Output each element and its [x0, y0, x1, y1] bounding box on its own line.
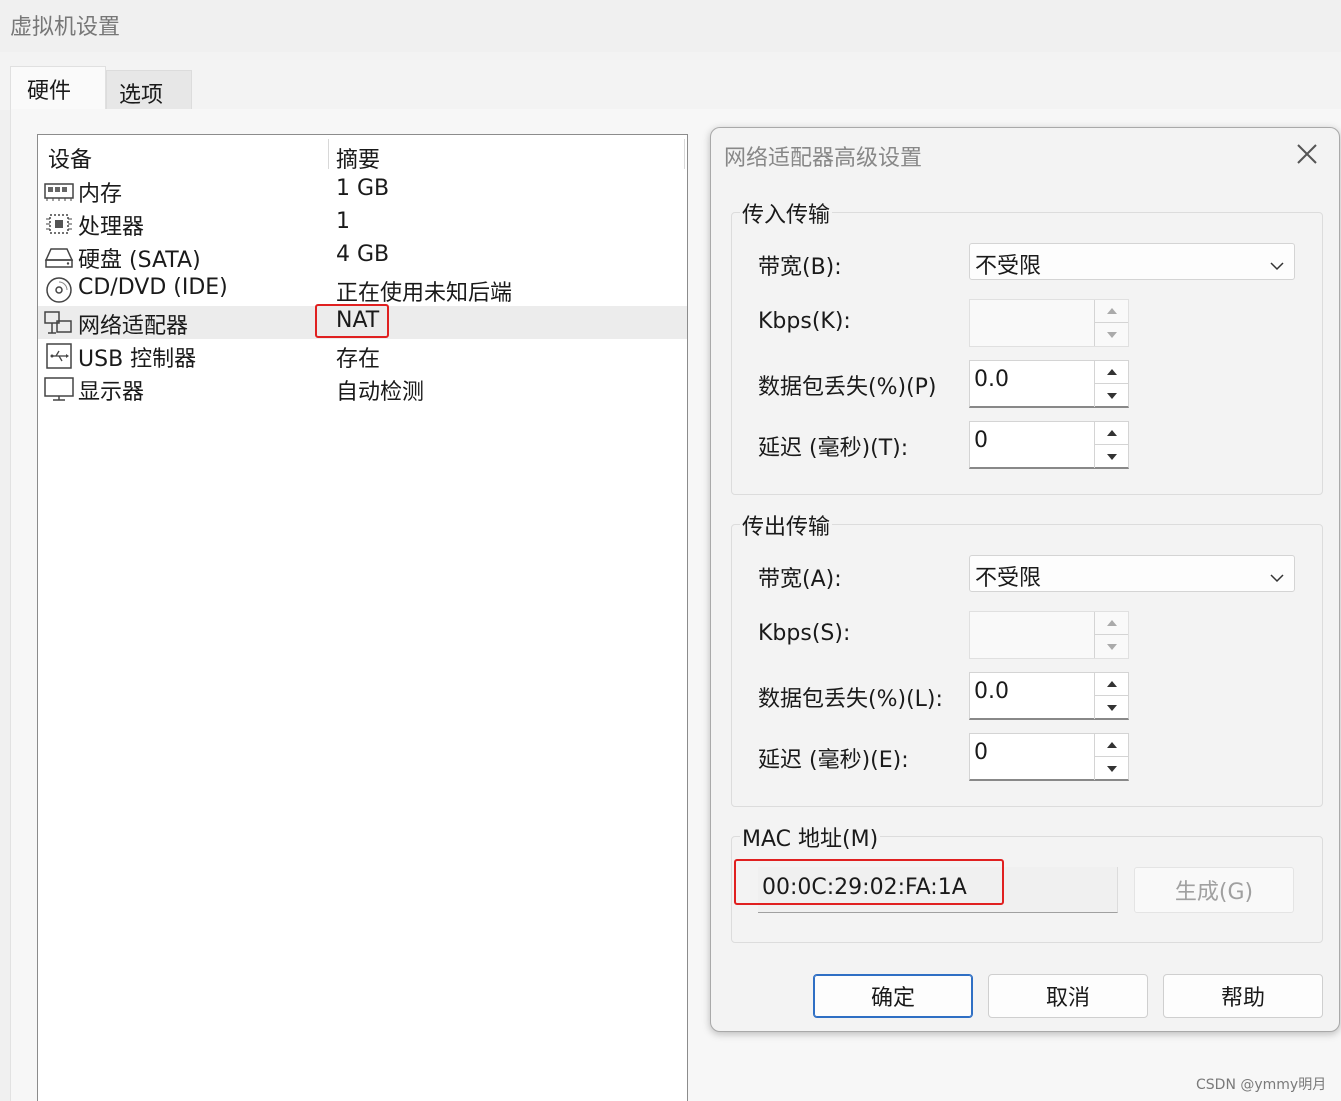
cd-dvd-icon — [43, 276, 75, 304]
network-adapter-icon — [43, 309, 75, 337]
cancel-button[interactable]: 取消 — [988, 974, 1148, 1018]
outgoing-kbps-label: Kbps(S): — [758, 621, 851, 646]
stepper-value: 0 — [974, 740, 988, 765]
memory-icon — [43, 177, 75, 205]
incoming-kbps-label: Kbps(K): — [758, 309, 851, 334]
incoming-transfer-label: 传入传输 — [740, 197, 833, 229]
incoming-latency-label: 延迟 (毫秒)(T): — [758, 436, 909, 461]
device-name: 网络适配器 — [78, 314, 189, 339]
help-button[interactable]: 帮助 — [1163, 974, 1323, 1018]
stepper-down-icon[interactable] — [1095, 635, 1128, 658]
outgoing-transfer-label: 传出传输 — [740, 509, 833, 541]
stepper-up-icon[interactable] — [1095, 734, 1128, 757]
tab-options[interactable]: 选项 — [106, 70, 192, 110]
device-list-header: 设备 摘要 — [38, 135, 687, 173]
tab-strip: 硬件 选项 — [0, 52, 1341, 114]
watermark: CSDN @ymmy明月 — [1196, 1077, 1327, 1093]
usb-icon — [43, 342, 75, 370]
device-summary: 正在使用未知后端 — [336, 281, 513, 306]
stepper-up-icon[interactable] — [1095, 422, 1128, 445]
device-name: USB 控制器 — [78, 347, 197, 372]
outgoing-loss-label: 数据包丢失(%)(L): — [758, 687, 943, 712]
incoming-latency-stepper[interactable]: 0 — [969, 421, 1129, 469]
mac-highlight-box — [734, 859, 1004, 905]
device-name: 内存 — [78, 182, 123, 207]
device-summary: 1 — [336, 209, 350, 234]
outgoing-kbps-stepper[interactable] — [969, 611, 1129, 659]
stepper-down-icon[interactable] — [1095, 757, 1128, 780]
device-row-hard-disk[interactable]: 硬盘 (SATA) 4 GB — [38, 240, 687, 273]
column-header-device[interactable]: 设备 — [48, 142, 92, 174]
select-value: 不受限 — [975, 566, 1042, 591]
stepper-value: 0.0 — [974, 367, 1009, 392]
close-icon[interactable] — [1293, 140, 1321, 168]
outgoing-bandwidth-select[interactable]: 不受限 — [969, 555, 1295, 592]
processor-icon — [43, 210, 75, 238]
incoming-loss-label: 数据包丢失(%)(P) — [758, 375, 937, 400]
stepper-up-icon[interactable] — [1095, 673, 1128, 696]
outgoing-bandwidth-label: 带宽(A): — [758, 567, 842, 592]
device-summary: 1 GB — [336, 176, 390, 201]
stepper-down-icon[interactable] — [1095, 445, 1128, 468]
device-row-cd-dvd[interactable]: CD/DVD (IDE) 正在使用未知后端 — [38, 273, 687, 306]
mac-address-group: MAC 地址(M) 00:0C:29:02:FA:1A 生成(G) — [731, 821, 1323, 943]
hard-disk-icon — [43, 243, 75, 271]
incoming-transfer-group: 传入传输 带宽(B): 不受限 Kbps(K): 数据包丢失(%)(P) 0.0… — [731, 197, 1323, 495]
device-row-memory[interactable]: 内存 1 GB — [38, 174, 687, 207]
device-row-network-adapter[interactable]: 网络适配器 NAT — [38, 304, 687, 339]
stepper-up-icon[interactable] — [1095, 361, 1128, 384]
ok-button[interactable]: 确定 — [813, 974, 973, 1018]
stepper-up-icon[interactable] — [1095, 300, 1128, 323]
column-separator[interactable] — [684, 139, 685, 169]
select-value: 不受限 — [975, 254, 1042, 279]
column-header-summary[interactable]: 摘要 — [336, 142, 380, 174]
incoming-bandwidth-label: 带宽(B): — [758, 255, 842, 280]
device-name: CD/DVD (IDE) — [78, 275, 228, 300]
incoming-bandwidth-select[interactable]: 不受限 — [969, 243, 1295, 280]
stepper-down-icon[interactable] — [1095, 323, 1128, 346]
network-adapter-advanced-dialog: 网络适配器高级设置 传入传输 带宽(B): 不受限 Kbps(K): 数据包丢失… — [710, 127, 1340, 1032]
stepper-up-icon[interactable] — [1095, 612, 1128, 635]
chevron-down-icon — [1270, 568, 1284, 583]
device-summary: 自动检测 — [336, 380, 425, 405]
device-name: 处理器 — [78, 215, 145, 240]
device-row-processor[interactable]: 处理器 1 — [38, 207, 687, 240]
device-name: 显示器 — [78, 380, 145, 405]
stepper-value: 0 — [974, 428, 988, 453]
device-summary: 存在 — [336, 347, 381, 372]
device-row-usb[interactable]: USB 控制器 存在 — [38, 339, 687, 372]
device-list: 设备 摘要 内存 1 GB 处理器 1 硬盘 (SATA) 4 GB CD/DV… — [37, 134, 688, 1101]
mac-address-label: MAC 地址(M) — [740, 821, 881, 853]
window-title: 虚拟机设置 — [10, 15, 121, 40]
device-row-display[interactable]: 显示器 自动检测 — [38, 372, 687, 405]
incoming-loss-stepper[interactable]: 0.0 — [969, 360, 1129, 408]
device-summary: NAT — [336, 308, 380, 333]
title-bar: 虚拟机设置 — [0, 0, 1341, 52]
chevron-down-icon — [1270, 256, 1284, 271]
outgoing-transfer-group: 传出传输 带宽(A): 不受限 Kbps(S): 数据包丢失(%)(L): 0.… — [731, 509, 1323, 807]
outgoing-latency-stepper[interactable]: 0 — [969, 733, 1129, 781]
stepper-down-icon[interactable] — [1095, 384, 1128, 407]
device-summary: 4 GB — [336, 242, 390, 267]
tab-hardware[interactable]: 硬件 — [10, 66, 106, 114]
stepper-down-icon[interactable] — [1095, 696, 1128, 719]
dialog-title: 网络适配器高级设置 — [724, 146, 923, 171]
outgoing-latency-label: 延迟 (毫秒)(E): — [758, 748, 909, 773]
display-icon — [43, 375, 75, 403]
outgoing-loss-stepper[interactable]: 0.0 — [969, 672, 1129, 720]
device-name: 硬盘 (SATA) — [78, 248, 201, 273]
generate-button[interactable]: 生成(G) — [1134, 867, 1294, 913]
column-separator[interactable] — [328, 139, 329, 169]
stepper-value: 0.0 — [974, 679, 1009, 704]
incoming-kbps-stepper[interactable] — [969, 299, 1129, 347]
